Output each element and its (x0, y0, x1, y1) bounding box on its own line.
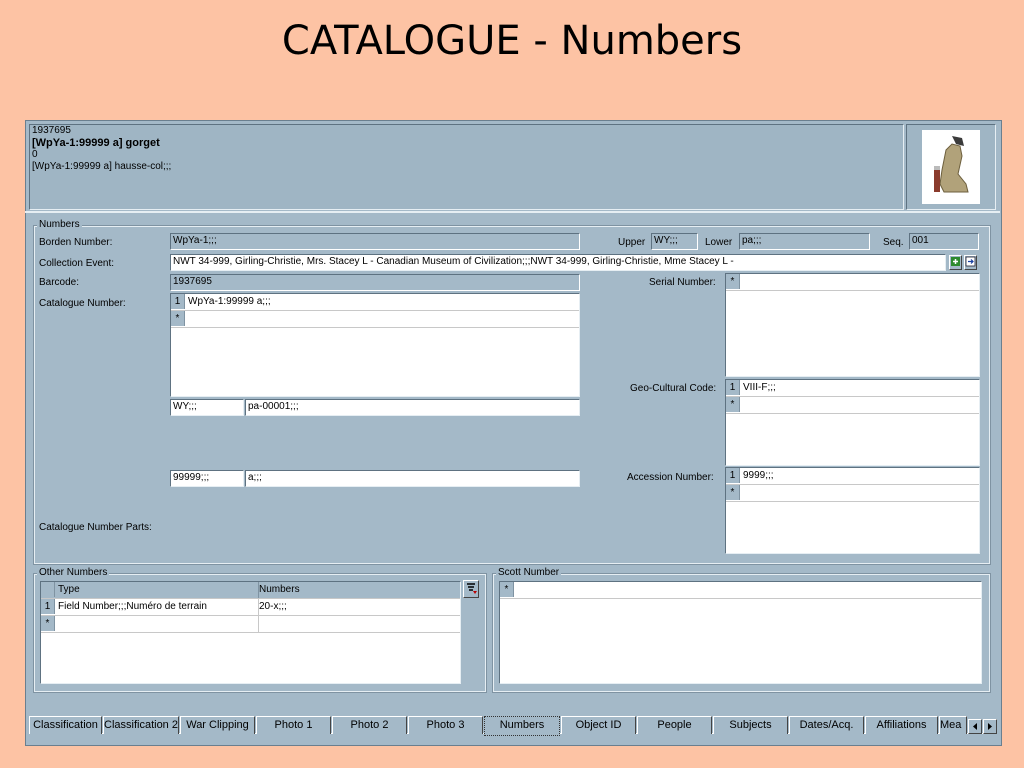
numbers-group-label: Numbers (37, 219, 82, 230)
lower-field[interactable]: pa;;; (739, 233, 870, 250)
lower-label: Lower (705, 237, 733, 248)
tab-photo-2[interactable]: Photo 2 (332, 716, 407, 734)
slide-title: CATALOGUE - Numbers (281, 18, 743, 64)
tab-scroll-left-button[interactable] (968, 719, 982, 734)
catalogue-number-grid[interactable]: 1 WpYa-1:99999 a;;; * (170, 293, 580, 397)
column-header-numbers[interactable]: Numbers (256, 582, 459, 598)
new-row-marker: * (726, 485, 740, 500)
filter-icon (467, 583, 477, 594)
table-row[interactable]: 1 Field Number;;;Numéro de terrain 20-x;… (41, 599, 460, 616)
collection-event-field[interactable]: NWT 34-999, Girling-Christie, Mrs. Stace… (170, 254, 946, 271)
add-icon (951, 257, 960, 266)
row-index: 1 (726, 380, 740, 395)
tab-classification-2[interactable]: Classification 2 (103, 716, 179, 734)
row-index: 1 (726, 468, 740, 483)
row-index: 1 (171, 294, 185, 309)
tab-measurements[interactable]: Mea (939, 716, 967, 734)
tab-subjects[interactable]: Subjects (713, 716, 788, 734)
tab-numbers[interactable]: Numbers (484, 716, 560, 736)
tab-dates-acq[interactable]: Dates/Acq. (789, 716, 864, 734)
tab-war-clipping[interactable]: War Clipping (180, 716, 255, 734)
new-row-marker: * (726, 274, 740, 289)
collection-event-label: Collection Event: (39, 258, 115, 269)
barcode-field[interactable]: 1937695 (170, 274, 580, 291)
tab-object-id[interactable]: Object ID (561, 716, 636, 734)
table-header-row: Type Numbers (41, 582, 460, 599)
geo-cultural-code-cell[interactable]: VIII-F;;; (740, 380, 776, 396)
open-collection-event-button[interactable] (964, 255, 977, 270)
table-row[interactable]: 1 9999;;; (726, 468, 979, 485)
header-alt-title: [WpYa-1:99999 a] hausse-col;;; (32, 161, 172, 172)
geo-cultural-code-label: Geo-Cultural Code: (630, 383, 717, 394)
tab-people[interactable]: People (637, 716, 712, 734)
new-row[interactable]: * (726, 274, 979, 291)
serial-number-grid[interactable]: * (725, 273, 980, 377)
new-row-marker: * (500, 582, 514, 597)
filter-button[interactable] (463, 580, 479, 598)
scott-number-group-label: Scott Number (496, 567, 562, 578)
accession-number-grid[interactable]: 1 9999;;; * (725, 467, 980, 554)
column-header-type[interactable]: Type (55, 582, 259, 598)
scott-number-grid[interactable]: * (499, 581, 982, 684)
table-row[interactable]: 1 VIII-F;;; (726, 380, 979, 397)
type-cell[interactable]: Field Number;;;Numéro de terrain (55, 599, 259, 615)
tab-classification[interactable]: Classification (29, 716, 102, 734)
empty-cell[interactable] (55, 616, 259, 632)
arrow-left-icon (973, 723, 977, 730)
other-numbers-grid[interactable]: Type Numbers 1 Field Number;;;Numéro de … (40, 581, 461, 684)
new-row[interactable]: * (726, 485, 979, 502)
catalogue-number-parts-label: Catalogue Number Parts: (39, 522, 152, 533)
catalogue-part-1[interactable]: WY;;; (170, 399, 244, 416)
header-id: 1937695 (32, 125, 71, 136)
geo-cultural-code-grid[interactable]: 1 VIII-F;;; * (725, 379, 980, 466)
tab-photo-1[interactable]: Photo 1 (256, 716, 331, 734)
catalogue-part-4[interactable]: a;;; (245, 470, 580, 487)
object-photo (922, 130, 980, 204)
row-index: 1 (41, 599, 55, 614)
accession-number-label: Accession Number: (627, 472, 714, 483)
catalogue-part-3[interactable]: 99999;;; (170, 470, 244, 487)
seq-field[interactable]: 001 (909, 233, 979, 250)
new-row-marker: * (726, 397, 740, 412)
new-row-marker: * (171, 311, 185, 326)
upper-label: Upper (618, 237, 646, 248)
catalogue-number-cell[interactable]: WpYa-1:99999 a;;; (185, 294, 271, 310)
add-collection-event-button[interactable] (949, 255, 962, 270)
header-count: 0 (32, 149, 38, 160)
new-row[interactable]: * (726, 397, 979, 414)
seq-label: Seq. (883, 237, 904, 248)
upper-field[interactable]: WY;;; (651, 233, 698, 250)
row-header-corner (41, 582, 55, 597)
new-row[interactable]: * (171, 311, 579, 328)
header-title: [WpYa-1:99999 a] gorget (32, 137, 160, 149)
new-row[interactable]: * (41, 616, 460, 633)
other-numbers-group-label: Other Numbers (37, 567, 110, 578)
table-row[interactable]: 1 WpYa-1:99999 a;;; (171, 294, 579, 311)
new-row-marker: * (41, 616, 55, 631)
tab-photo-3[interactable]: Photo 3 (408, 716, 483, 734)
arrow-right-icon (988, 723, 992, 730)
header-separator (25, 211, 1000, 213)
tab-scroll-right-button[interactable] (983, 719, 997, 734)
numbers-cell[interactable]: 20-x;;; (256, 599, 459, 615)
borden-number-label: Borden Number: (39, 237, 113, 248)
object-thumbnail[interactable] (906, 124, 996, 210)
record-header: 1937695 [WpYa-1:99999 a] gorget 0 [WpYa-… (29, 124, 904, 210)
tab-affiliations[interactable]: Affiliations (865, 716, 938, 734)
catalogue-number-label: Catalogue Number: (39, 298, 126, 309)
serial-number-label: Serial Number: (649, 277, 716, 288)
accession-number-cell[interactable]: 9999;;; (740, 468, 774, 484)
catalogue-part-2[interactable]: pa-00001;;; (245, 399, 580, 416)
new-row[interactable]: * (500, 582, 981, 599)
borden-number-field[interactable]: WpYa-1;;; (170, 233, 580, 250)
barcode-label: Barcode: (39, 277, 80, 288)
arrow-right-icon (965, 256, 976, 267)
